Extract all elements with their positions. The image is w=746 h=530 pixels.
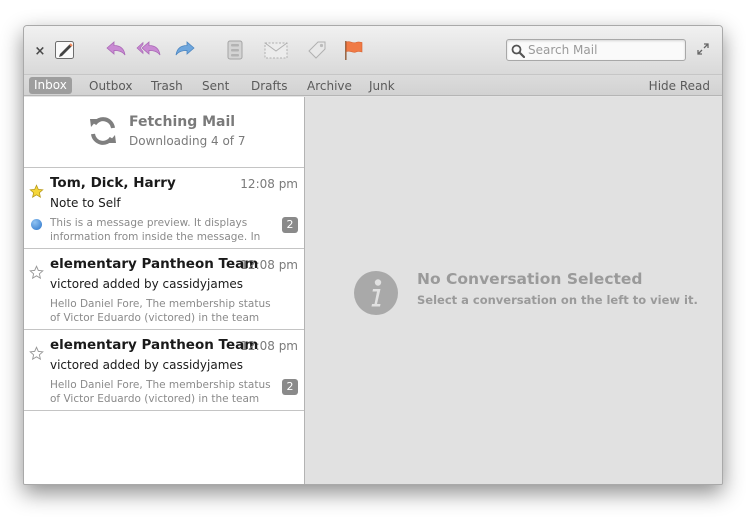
message-list: Fetching Mail Downloading 4 of 7 Tom, Di… — [24, 97, 305, 484]
compose-icon[interactable] — [54, 39, 76, 61]
fetch-status: Fetching Mail Downloading 4 of 7 — [24, 97, 304, 168]
message-subject: Note to Self — [50, 196, 121, 210]
folder-archive[interactable]: Archive — [307, 78, 352, 94]
fetch-progress: Downloading 4 of 7 — [129, 134, 246, 148]
list-item[interactable]: Tom, Dick, Harry 12:08 pm Note to Self T… — [24, 168, 304, 249]
star-icon[interactable] — [29, 346, 44, 361]
maximize-icon[interactable] — [696, 42, 710, 56]
folder-junk[interactable]: Junk — [369, 78, 395, 94]
message-time: 12:08 pm — [240, 177, 298, 191]
message-subject: victored added by cassidyjames — [50, 277, 244, 291]
hide-read-button[interactable]: Hide Read — [649, 78, 710, 94]
message-sender: elementary Pantheon Team — [50, 337, 259, 353]
message-count-badge: 2 — [282, 217, 298, 233]
forward-icon[interactable] — [173, 38, 197, 62]
message-preview: This is a message preview. It displays i… — [50, 217, 261, 243]
folder-sent[interactable]: Sent — [202, 78, 229, 94]
refresh-icon — [87, 115, 119, 147]
folder-trash[interactable]: Trash — [151, 78, 183, 94]
message-count-badge: 2 — [282, 379, 298, 395]
reply-icon[interactable] — [104, 38, 128, 62]
star-icon[interactable] — [29, 265, 44, 280]
star-icon[interactable] — [29, 184, 44, 199]
mail-window: × Search Mail Inbox Outbox Trash Sent Dr… — [23, 25, 723, 485]
search-icon — [511, 43, 526, 59]
close-icon[interactable]: × — [33, 40, 47, 62]
search-field[interactable] — [506, 39, 686, 61]
mark-read-icon[interactable] — [262, 38, 290, 62]
tag-icon[interactable] — [305, 38, 329, 62]
list-item[interactable]: elementary Pantheon Team 12:08 pm victor… — [24, 249, 304, 330]
info-icon — [353, 270, 399, 316]
empty-state-title: No Conversation Selected — [417, 270, 643, 288]
message-subject: victored added by cassidyjames — [50, 358, 244, 372]
message-time: 12:08 pm — [240, 258, 298, 272]
flag-icon[interactable] — [341, 38, 365, 62]
folder-inbox[interactable]: Inbox — [29, 77, 72, 94]
reply-all-icon[interactable] — [135, 38, 163, 62]
folder-drafts[interactable]: Drafts — [251, 78, 288, 94]
conversation-view: No Conversation Selected Select a conver… — [305, 97, 722, 484]
unread-icon[interactable] — [31, 219, 42, 230]
message-preview: Hello Daniel Fore, The membership status… — [50, 379, 271, 405]
list-item[interactable]: elementary Pantheon Team 12:08 pm victor… — [24, 330, 304, 411]
message-time: 12:08 pm — [240, 339, 298, 353]
fetch-title: Fetching Mail — [129, 114, 236, 130]
empty-state-subtitle: Select a conversation on the left to vie… — [417, 293, 698, 307]
folder-bar: Inbox Outbox Trash Sent Drafts Archive J… — [24, 74, 722, 96]
message-preview: Hello Daniel Fore, The membership status… — [50, 298, 271, 324]
toolbar: × — [24, 26, 722, 74]
message-sender: elementary Pantheon Team — [50, 256, 259, 272]
message-sender: Tom, Dick, Harry — [50, 175, 176, 191]
search-input[interactable] — [528, 42, 678, 58]
folder-outbox[interactable]: Outbox — [89, 78, 132, 94]
archive-icon[interactable] — [223, 38, 247, 62]
